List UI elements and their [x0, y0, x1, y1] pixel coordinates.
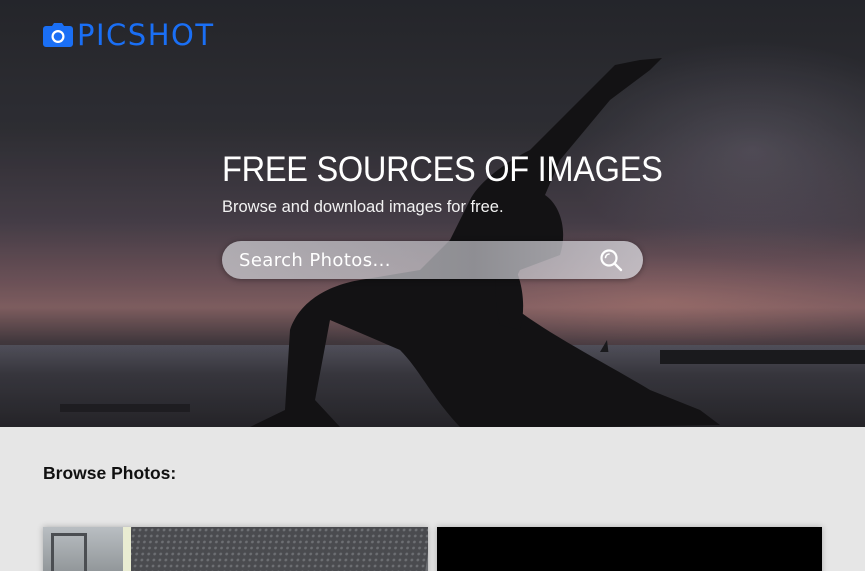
search-bar — [222, 241, 643, 279]
site-logo[interactable]: PICSHOT — [43, 18, 215, 52]
hero-title: FREE SOURCES OF IMAGES — [222, 150, 663, 189]
photo-thumbnail-texture — [124, 527, 428, 571]
photo-card[interactable] — [437, 527, 822, 571]
search-input[interactable] — [222, 241, 582, 279]
browse-title: Browse Photos: — [43, 463, 177, 483]
photo-card[interactable] — [43, 527, 428, 571]
logo-text: PICSHOT — [77, 18, 215, 52]
search-icon[interactable] — [599, 248, 623, 272]
photo-thumbnail-edge — [123, 527, 131, 571]
camera-icon — [43, 23, 73, 47]
photo-thumbnail — [43, 527, 128, 571]
hero-subtitle: Browse and download images for free. — [222, 198, 504, 216]
hero-banner: PICSHOT FREE SOURCES OF IMAGES Browse an… — [0, 0, 865, 427]
